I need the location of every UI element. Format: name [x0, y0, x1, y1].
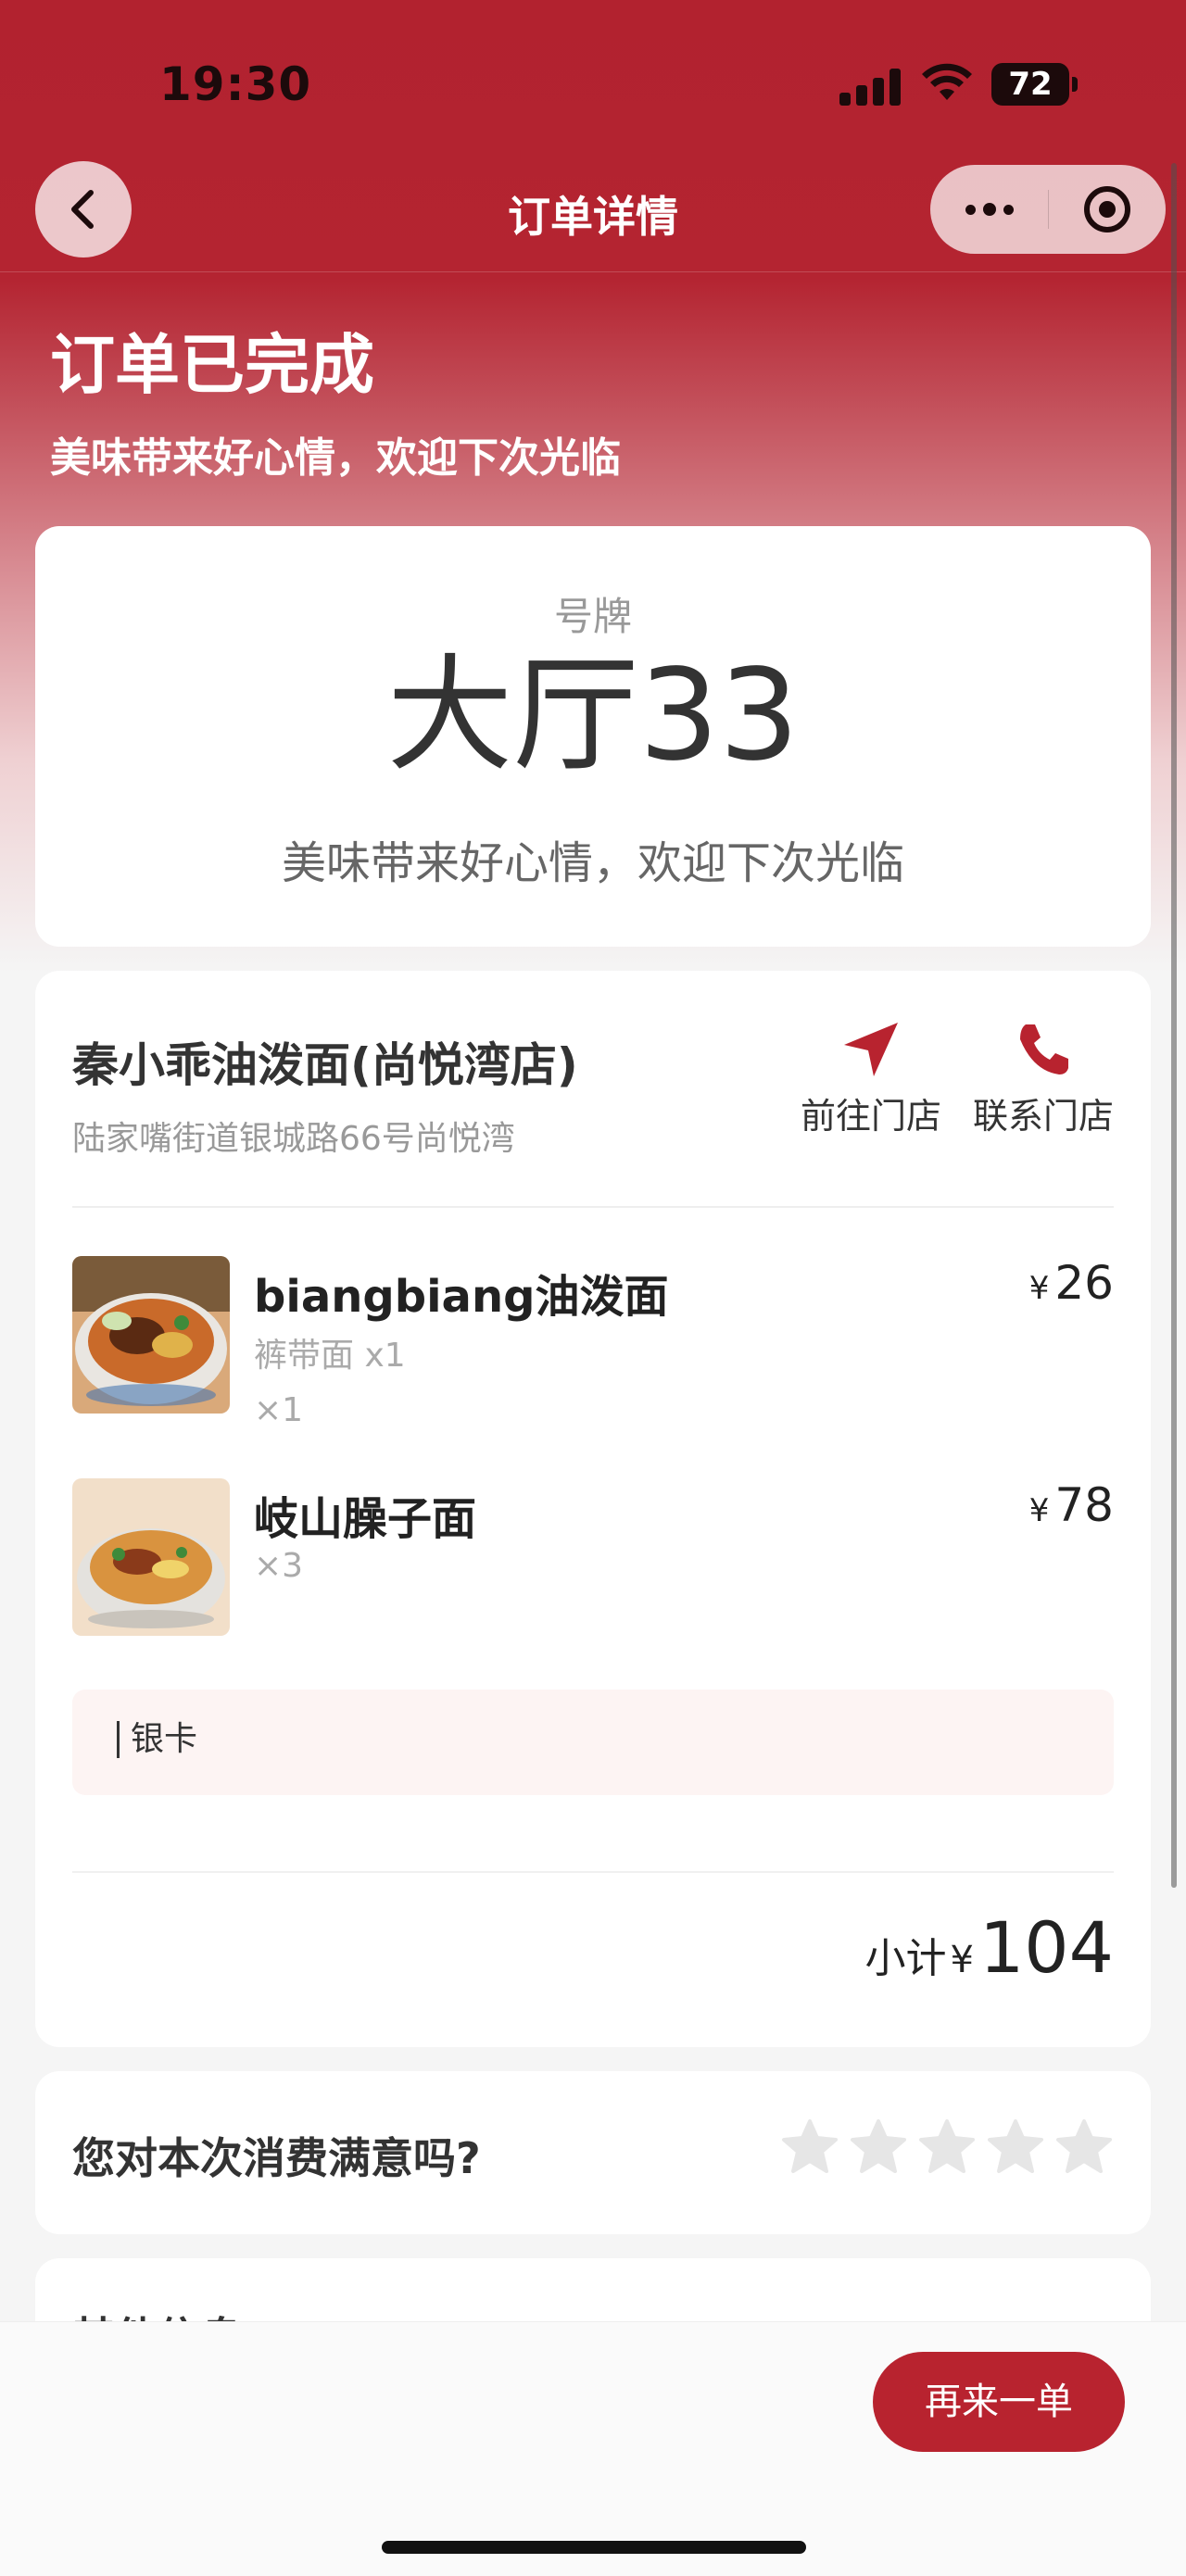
item-price: ¥26	[1029, 1256, 1114, 1310]
navigate-to-store-label: 前往门店	[800, 1096, 941, 1137]
item-price: ¥78	[1029, 1478, 1114, 1532]
star-rating	[780, 2117, 1114, 2177]
item-price-value: 78	[1054, 1478, 1114, 1532]
ticket-card: 号牌 大厅33 美味带来好心情，欢迎下次光临	[35, 526, 1151, 947]
item-quantity: ×3	[254, 1547, 304, 1585]
bottom-bar: 再来一单	[0, 2321, 1186, 2576]
nav-bar: 订单详情	[0, 157, 1186, 272]
item-price-value: 26	[1054, 1256, 1114, 1310]
navigation-arrow-icon	[844, 1023, 898, 1076]
currency-symbol: ¥	[1028, 1270, 1050, 1307]
item-name: 岐山臊子面	[254, 1493, 477, 1545]
dish-image	[72, 1256, 230, 1414]
divider	[72, 1871, 1114, 1873]
star-icon[interactable]	[1054, 2117, 1114, 2177]
rating-question: 您对本次消费满意吗?	[72, 2133, 481, 2183]
divider	[72, 1206, 1114, 1208]
close-miniprogram-icon[interactable]	[1049, 165, 1166, 254]
order-card: 秦小乖油泼面(尚悦湾店) 陆家嘴街道银城路66号尚悦湾 前往门店 联系门店 bi…	[35, 971, 1151, 2047]
currency-symbol: ¥	[1028, 1492, 1050, 1529]
currency-symbol: ¥	[950, 1939, 974, 1981]
more-icon[interactable]	[930, 165, 1048, 254]
phone-icon	[1020, 1024, 1068, 1074]
status-bar: 19:30 72	[0, 0, 1186, 157]
ticket-number: 大厅33	[386, 643, 800, 789]
order-status-title: 订单已完成	[50, 327, 374, 403]
call-store-label: 联系门店	[972, 1096, 1114, 1137]
dish-image	[72, 1478, 230, 1636]
store-address: 陆家嘴街道银城路66号尚悦湾	[72, 1120, 515, 1158]
battery-icon: 72	[991, 63, 1078, 106]
cellular-signal-icon	[839, 69, 901, 106]
miniprogram-capsule	[930, 165, 1166, 254]
star-icon[interactable]	[917, 2117, 977, 2177]
reorder-button[interactable]: 再来一单	[873, 2352, 1125, 2452]
member-remark: 银卡	[72, 1690, 1114, 1795]
navigate-to-store-button[interactable]: 前往门店	[797, 1019, 945, 1138]
home-indicator	[382, 2541, 806, 2554]
subtotal-amount: 104	[978, 1906, 1114, 1989]
store-name: 秦小乖油泼面(尚悦湾店)	[72, 1038, 578, 1092]
subtotal-label: 小计	[864, 1935, 947, 1982]
call-store-button[interactable]: 联系门店	[969, 1019, 1117, 1138]
order-status-subtitle: 美味带来好心情，欢迎下次光临	[50, 434, 621, 482]
member-level-text: 银卡	[117, 1721, 197, 1758]
item-spec: 裤带面 x1	[254, 1337, 406, 1375]
star-icon[interactable]	[986, 2117, 1045, 2177]
item-quantity: ×1	[254, 1391, 304, 1429]
subtotal: 小计 ¥104	[864, 1906, 1114, 1989]
order-detail-page: 19:30 72 订单详情 订单已完成 美味带来好心情，欢迎下次光临 号牌 大厅…	[0, 0, 1186, 2576]
star-icon[interactable]	[780, 2117, 839, 2177]
wifi-icon	[922, 63, 972, 100]
star-icon[interactable]	[849, 2117, 908, 2177]
item-name: biangbiang油泼面	[254, 1271, 669, 1323]
ticket-message: 美味带来好心情，欢迎下次光临	[281, 837, 904, 889]
rating-card: 您对本次消费满意吗?	[35, 2071, 1151, 2234]
status-time: 19:30	[159, 57, 312, 111]
scrollbar[interactable]	[1171, 163, 1177, 1888]
ticket-label: 号牌	[553, 594, 632, 639]
